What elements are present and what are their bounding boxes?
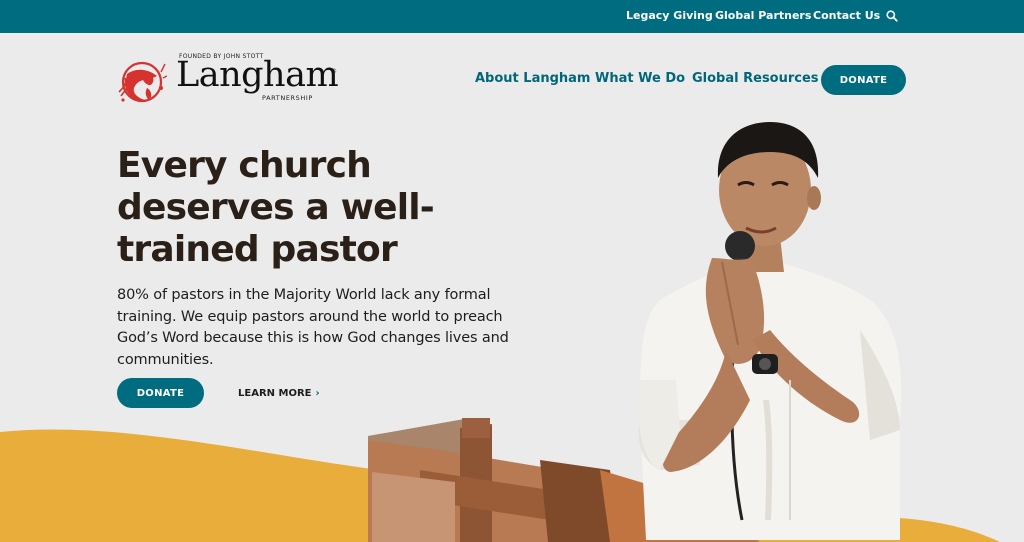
- global-partners-link[interactable]: Global Partners: [715, 9, 811, 22]
- learn-more-label: LEARN MORE: [238, 388, 312, 399]
- partnership-text: PARTNERSHIP: [262, 94, 313, 102]
- logo-wordmark: Langham: [176, 55, 339, 95]
- top-utility-bar: Legacy Giving Global Partners Contact Us: [0, 0, 1024, 33]
- nav-donate-button[interactable]: DONATE: [821, 65, 906, 95]
- search-icon[interactable]: [885, 9, 899, 23]
- legacy-giving-link[interactable]: Legacy Giving: [626, 9, 713, 22]
- nav-about-langham[interactable]: About Langham: [475, 71, 590, 86]
- contact-us-link[interactable]: Contact Us: [813, 9, 880, 22]
- langham-logo[interactable]: FOUNDED BY JOHN STOTT Langham ® PARTNERS…: [117, 53, 347, 107]
- hero-subtext: 80% of pastors in the Majority World lac…: [117, 287, 509, 368]
- nav-what-we-do[interactable]: What We Do: [595, 71, 685, 86]
- chevron-right-icon: ›: [315, 388, 320, 399]
- nav-global-resources[interactable]: Global Resources: [692, 71, 819, 86]
- registered-mark: ®: [331, 68, 337, 75]
- learn-more-link[interactable]: LEARN MORE ›: [238, 388, 320, 399]
- hero-donate-button[interactable]: DONATE: [117, 378, 204, 408]
- globe-icon: [118, 61, 167, 103]
- pastor-figure: [638, 122, 902, 540]
- hero-headline: Every church deserves a well-trained pas…: [117, 145, 435, 270]
